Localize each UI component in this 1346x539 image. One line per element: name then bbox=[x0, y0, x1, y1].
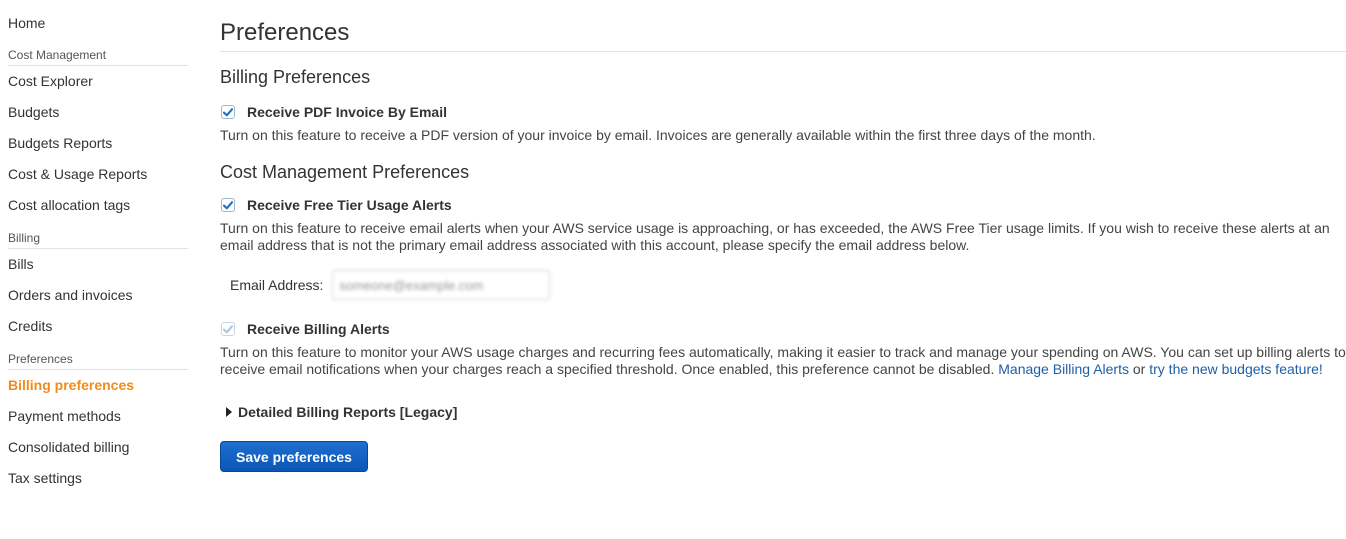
sidebar-item-credits[interactable]: Credits bbox=[0, 311, 188, 342]
or-text: or bbox=[1132, 361, 1146, 377]
manage-billing-alerts-link[interactable]: Manage Billing Alerts bbox=[998, 361, 1129, 377]
save-preferences-button[interactable]: Save preferences bbox=[220, 441, 368, 472]
sidebar-item-cost-usage-reports[interactable]: Cost & Usage Reports bbox=[0, 159, 188, 190]
checkmark-icon bbox=[223, 107, 233, 116]
detailed-billing-reports-toggle[interactable]: Detailed Billing Reports [Legacy] bbox=[226, 402, 1346, 422]
billing-alerts-option: Receive Billing Alerts bbox=[220, 319, 1346, 339]
sidebar-section-title: Cost Management bbox=[8, 48, 188, 66]
pdf-invoice-label[interactable]: Receive PDF Invoice By Email bbox=[247, 104, 447, 120]
billing-alerts-description: Turn on this feature to monitor your AWS… bbox=[220, 344, 1346, 378]
try-budgets-link[interactable]: try the new budgets feature! bbox=[1149, 361, 1323, 377]
email-address-row: Email Address: bbox=[220, 269, 1346, 301]
cost-management-preferences-heading: Cost Management Preferences bbox=[220, 162, 470, 182]
sidebar-item-cost-explorer[interactable]: Cost Explorer bbox=[0, 66, 188, 97]
billing-alerts-label: Receive Billing Alerts bbox=[247, 321, 390, 337]
sidebar-item-billing-preferences[interactable]: Billing preferences bbox=[0, 370, 188, 401]
sidebar-item-bills[interactable]: Bills bbox=[0, 249, 188, 280]
sidebar-item-cost-allocation-tags[interactable]: Cost allocation tags bbox=[0, 190, 188, 221]
email-address-label: Email Address: bbox=[230, 277, 324, 293]
sidebar-item-orders-invoices[interactable]: Orders and invoices bbox=[0, 280, 188, 311]
sidebar-item-home[interactable]: Home bbox=[0, 12, 188, 35]
sidebar-item-budgets[interactable]: Budgets bbox=[0, 97, 188, 128]
free-tier-description: Turn on this feature to receive email al… bbox=[220, 220, 1330, 253]
sidebar-section-title: Billing bbox=[8, 231, 188, 249]
pdf-invoice-option: Receive PDF Invoice By Email bbox=[220, 102, 1346, 122]
page-title: Preferences bbox=[220, 19, 1346, 52]
sidebar-item-consolidated-billing[interactable]: Consolidated billing bbox=[0, 432, 188, 463]
sidebar-item-payment-methods[interactable]: Payment methods bbox=[0, 401, 188, 432]
sidebar-item-tax-settings[interactable]: Tax settings bbox=[0, 463, 188, 494]
billing-alerts-checkbox bbox=[221, 322, 235, 336]
checkmark-icon bbox=[223, 200, 233, 209]
pdf-invoice-checkbox[interactable] bbox=[221, 105, 235, 119]
free-tier-option: Receive Free Tier Usage Alerts bbox=[220, 195, 1346, 215]
free-tier-label[interactable]: Receive Free Tier Usage Alerts bbox=[247, 197, 452, 213]
sidebar-section-title: Preferences bbox=[8, 352, 188, 370]
sidebar-nav: Home Cost Management Cost Explorer Budge… bbox=[0, 0, 188, 494]
billing-preferences-heading: Billing Preferences bbox=[220, 67, 371, 87]
email-address-input[interactable] bbox=[332, 270, 551, 300]
caret-right-icon bbox=[226, 407, 232, 417]
free-tier-checkbox[interactable] bbox=[221, 198, 235, 212]
checkmark-icon bbox=[223, 324, 233, 333]
sidebar-item-budgets-reports[interactable]: Budgets Reports bbox=[0, 128, 188, 159]
pdf-invoice-description: Turn on this feature to receive a PDF ve… bbox=[220, 127, 1096, 143]
main-content: Preferences Billing Preferences Receive … bbox=[220, 0, 1346, 472]
detailed-billing-reports-label[interactable]: Detailed Billing Reports [Legacy] bbox=[238, 404, 457, 420]
